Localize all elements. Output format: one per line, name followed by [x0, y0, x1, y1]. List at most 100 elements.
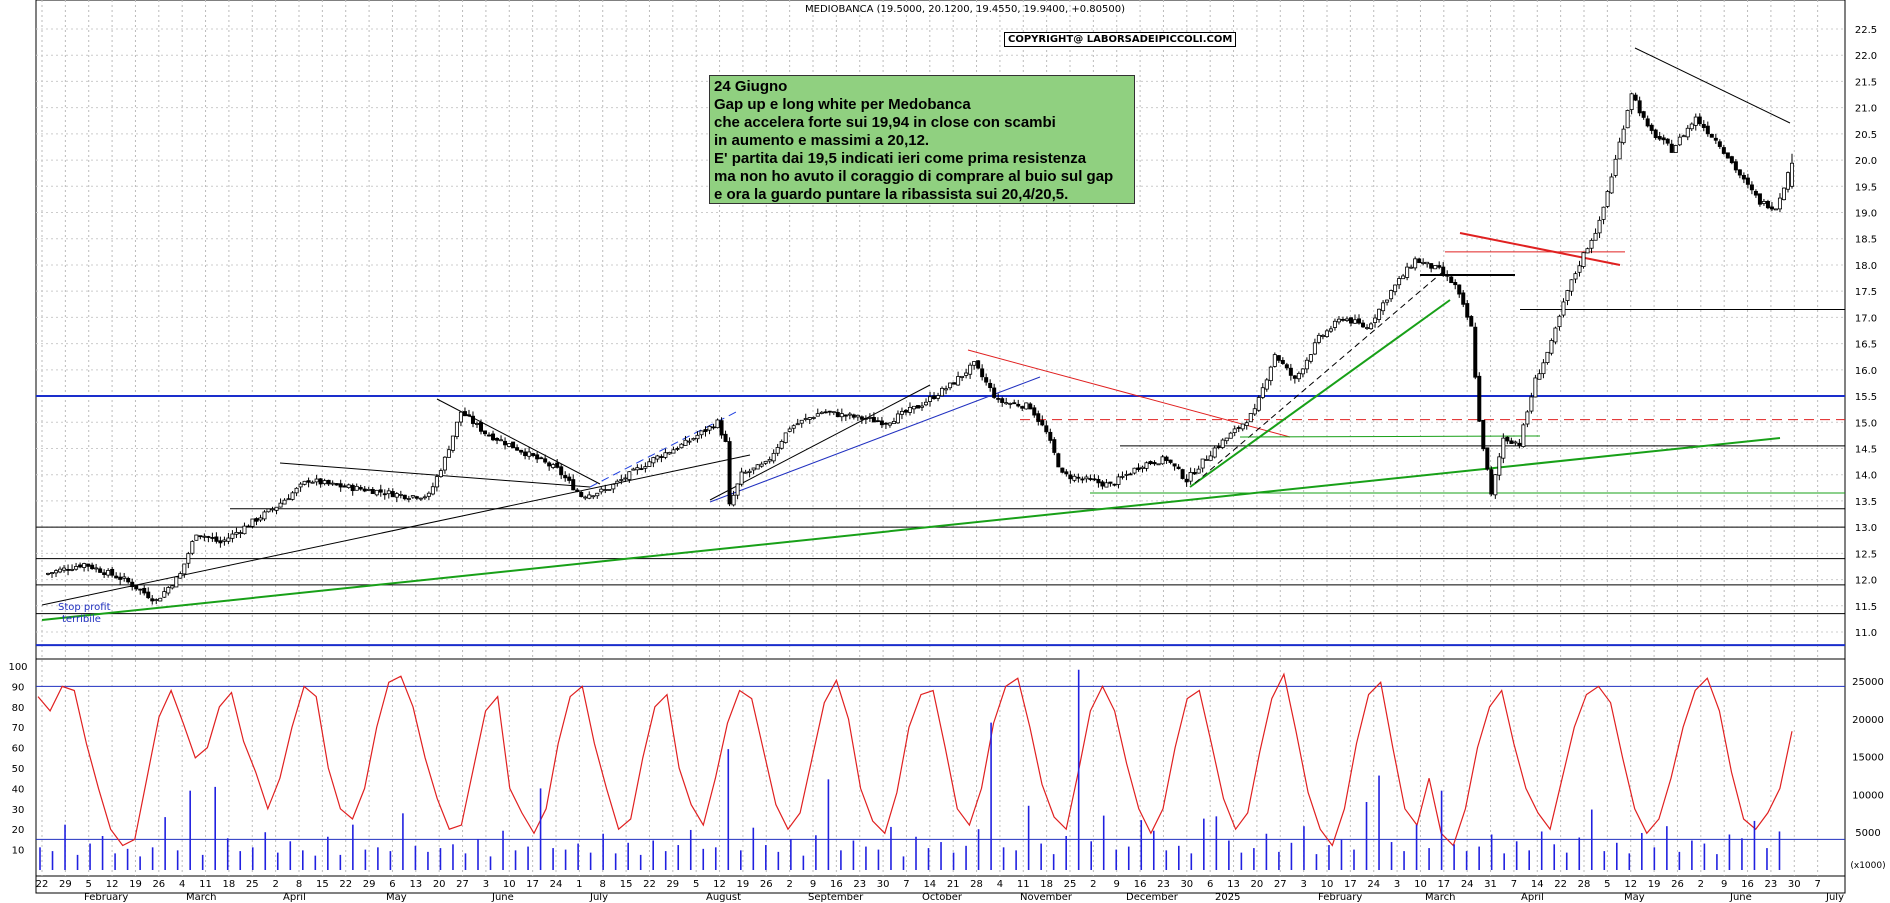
candle-body — [1777, 197, 1782, 210]
candle-body — [559, 466, 564, 476]
x-day-tick-label: 8 — [296, 879, 302, 890]
candle-body — [679, 443, 684, 449]
candle-body — [1244, 422, 1249, 426]
annotation-line: Gap up e long white per Medobanca — [714, 96, 971, 113]
volume-tick-label: 5000 — [1855, 828, 1880, 839]
candle-body — [474, 423, 479, 425]
candle-body — [491, 433, 496, 441]
candle-body — [190, 541, 195, 554]
candle-body — [426, 492, 431, 497]
x-day-tick-label: 24 — [1367, 879, 1380, 890]
candle-body — [1437, 265, 1442, 268]
candle-body — [1713, 137, 1718, 141]
candle-body — [575, 489, 580, 492]
annotation-line: ma non ho avuto il coraggio di comprare … — [714, 168, 1114, 185]
candle-body — [1721, 147, 1726, 154]
candle-body — [775, 447, 780, 454]
candle-body — [178, 573, 183, 579]
candle-body — [839, 413, 844, 418]
candle-body — [1501, 437, 1506, 459]
candle-body — [1264, 379, 1269, 390]
candle-body — [1353, 319, 1358, 324]
candle-body — [1332, 320, 1337, 328]
x-day-tick-label: 11 — [1017, 879, 1030, 890]
candle-body — [1104, 482, 1109, 488]
candle-body — [302, 480, 307, 485]
candle-body — [1080, 478, 1085, 481]
candle-body — [895, 413, 900, 424]
candle-body — [90, 564, 95, 570]
candle-body — [1405, 266, 1410, 278]
candle-body — [110, 568, 115, 576]
annotation-line: E' partita dai 19,5 indicati ieri come p… — [714, 150, 1087, 167]
candle-body — [595, 492, 600, 497]
candle-body — [1773, 208, 1778, 211]
candle-body — [114, 575, 119, 579]
candle-body — [198, 535, 203, 538]
candle-body — [699, 430, 704, 436]
candle-body — [687, 440, 692, 443]
candle-body — [66, 569, 71, 571]
candle-body — [651, 457, 656, 464]
candle-body — [242, 525, 247, 535]
candle-body — [1505, 436, 1510, 442]
x-month-label: February — [1318, 892, 1362, 903]
candle-body — [282, 499, 287, 505]
candle-body — [310, 481, 315, 484]
candle-body — [1449, 276, 1454, 284]
x-day-tick-label: 10 — [1321, 879, 1334, 890]
x-month-label: May — [1624, 892, 1645, 903]
candle-body — [74, 566, 79, 570]
candle-body — [647, 461, 652, 467]
x-day-tick-label: 27 — [1274, 879, 1287, 890]
candle-body — [891, 421, 896, 424]
candle-body — [639, 468, 644, 470]
candle-body — [671, 449, 676, 454]
candle-body — [948, 382, 953, 389]
candle-body — [342, 485, 347, 488]
x-day-tick-label: 2 — [786, 879, 792, 890]
candle-body — [659, 456, 664, 458]
candle-body — [326, 479, 331, 485]
candle-body — [1477, 375, 1482, 422]
trendline-green-long — [41, 437, 1781, 621]
candle-body — [783, 432, 788, 443]
candle-body — [1653, 129, 1658, 138]
candle-body — [1617, 141, 1622, 160]
candle-body — [218, 540, 223, 544]
candle-body — [162, 591, 167, 598]
x-day-tick-label: 15 — [316, 879, 329, 890]
candle-body — [1256, 397, 1261, 411]
candle-body — [727, 441, 732, 505]
candle-body — [799, 419, 804, 424]
candle-body — [1509, 440, 1514, 444]
candle-body — [751, 467, 756, 471]
candle-body — [1573, 273, 1578, 280]
stop-label-line: Stop profit — [58, 602, 111, 613]
x-day-tick-label: 3 — [1394, 879, 1400, 890]
candle-body — [1120, 475, 1125, 478]
candle-body — [450, 435, 455, 451]
x-day-tick-label: 27 — [456, 879, 469, 890]
candle-body — [1565, 290, 1570, 301]
candle-body — [795, 423, 800, 426]
candle-body — [414, 496, 419, 499]
candle-body — [771, 452, 776, 462]
candle-body — [1757, 193, 1762, 205]
price-tick-label: 19.0 — [1855, 209, 1877, 220]
candle-body — [1421, 261, 1426, 264]
x-day-tick-label: 17 — [1344, 879, 1357, 890]
price-tick-label: 13.5 — [1855, 497, 1877, 508]
oscillator-tick-label: 60 — [12, 744, 25, 755]
candle-body — [1625, 110, 1630, 129]
candle-body — [1705, 125, 1710, 135]
candle-body — [306, 480, 311, 483]
candle-body — [46, 572, 51, 575]
x-day-tick-label: 28 — [970, 879, 983, 890]
x-day-tick-label: 12 — [713, 879, 726, 890]
candle-body — [607, 489, 612, 491]
candle-body — [294, 487, 299, 494]
x-day-tick-label: 10 — [1414, 879, 1427, 890]
x-day-tick-label: 5 — [86, 879, 92, 890]
x-day-tick-label: 9 — [1721, 879, 1727, 890]
